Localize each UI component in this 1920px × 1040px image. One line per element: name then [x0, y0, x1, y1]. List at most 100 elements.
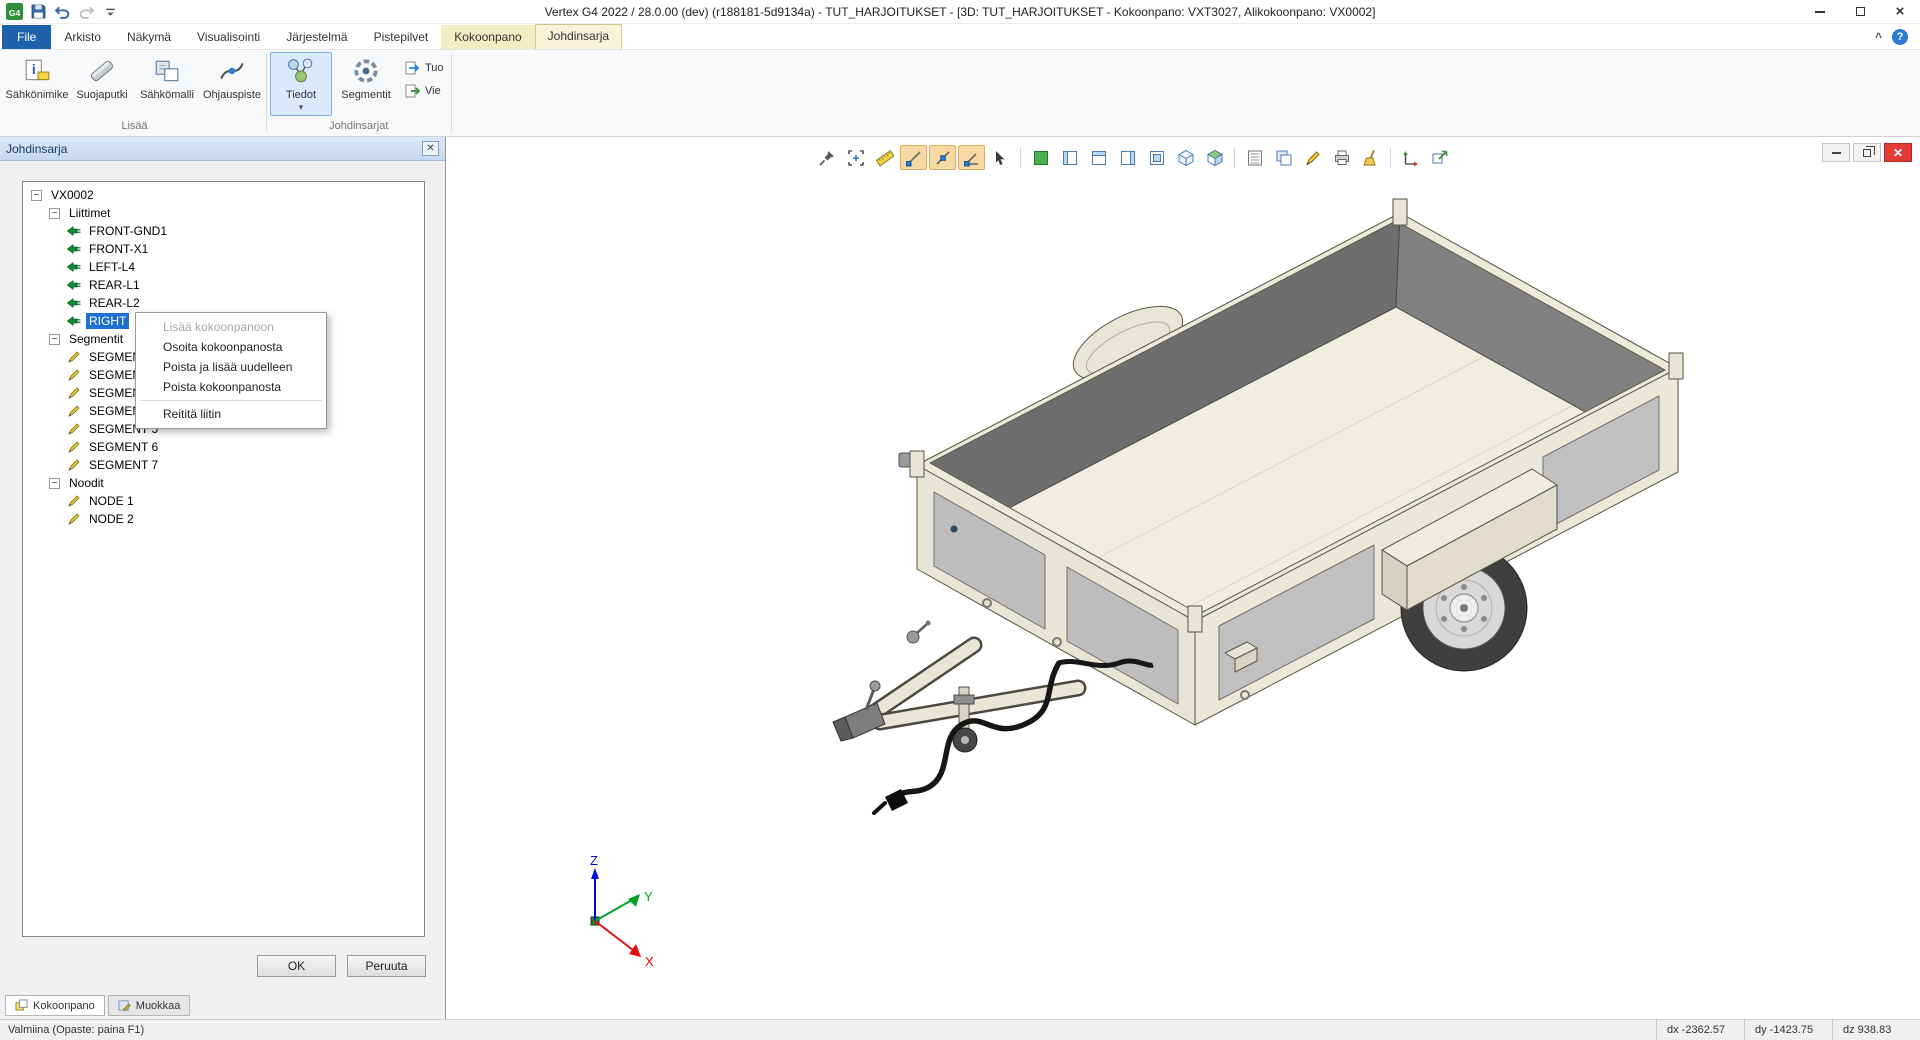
ohjauspiste-button[interactable]: Ohjauspiste	[201, 52, 263, 104]
maximize-icon	[1856, 7, 1865, 16]
material-green-icon	[1032, 149, 1050, 167]
tree-item-segment-7[interactable]: SEGMENT 7	[23, 456, 424, 474]
status-message: Valmiina (Opaste: paina F1)	[0, 1024, 144, 1036]
panel-header: Johdinsarja ✕	[0, 137, 445, 161]
tree-context-menu: Lisää kokoonpanoonOsoita kokoonpanostaPo…	[135, 312, 327, 429]
tool-view-left-button[interactable]	[1056, 145, 1083, 170]
tree-item-node-2[interactable]: NODE 2	[23, 510, 424, 528]
tool-render-cube-button[interactable]	[1201, 145, 1228, 170]
maximize-button[interactable]	[1840, 0, 1880, 23]
tool-snap-angle-button[interactable]	[958, 145, 985, 170]
suojaputki-button[interactable]: Suojaputki	[71, 52, 133, 104]
toolbar-separator	[1020, 148, 1021, 168]
tool-sketch-pen-button[interactable]	[1299, 145, 1326, 170]
tab-pistepilvet[interactable]: Pistepilvet	[361, 25, 442, 49]
tool-measure-ruler-button[interactable]	[871, 145, 898, 170]
panel-tab-kokoonpano[interactable]: Kokoonpano	[5, 995, 105, 1016]
expand-toggle[interactable]	[49, 208, 60, 219]
tuo-button[interactable]: Tuo	[404, 60, 444, 76]
viewport-minimize-button[interactable]	[1822, 143, 1850, 162]
tab-arkisto[interactable]: Arkisto	[51, 25, 114, 49]
tool-iso-cube-button[interactable]	[1172, 145, 1199, 170]
tool-view-top-button[interactable]	[1085, 145, 1112, 170]
connector-icon	[67, 278, 81, 292]
minimize-button[interactable]	[1800, 0, 1840, 23]
save-icon[interactable]	[30, 3, 47, 20]
tool-material-green-button[interactable]	[1027, 145, 1054, 170]
tree-item-liittimet[interactable]: Liittimet	[23, 204, 424, 222]
redo-icon[interactable]	[78, 3, 95, 20]
app-logo-icon[interactable]: G4	[6, 3, 23, 20]
main-area: Johdinsarja ✕ VX0002LiittimetFRONT-GND1F…	[0, 137, 1920, 1019]
ribbon-tab-row: FileArkistoNäkymäVisualisointiJärjestelm…	[0, 24, 1920, 50]
tree-item-left-l4[interactable]: LEFT-L4	[23, 258, 424, 276]
tree-item-label: REAR-L2	[86, 295, 143, 311]
tool-print-button[interactable]	[1328, 145, 1355, 170]
tool-move-axes-button[interactable]	[1397, 145, 1424, 170]
tab-visualisointi[interactable]: Visualisointi	[184, 25, 273, 49]
tool-snap-axis-button[interactable]	[929, 145, 956, 170]
expand-toggle[interactable]	[49, 334, 60, 345]
ok-button[interactable]: OK	[257, 955, 336, 977]
tree-item-front-x1[interactable]: FRONT-X1	[23, 240, 424, 258]
tree-item-label: Liittimet	[66, 205, 113, 221]
menu-item-osoita-kokoonpanosta[interactable]: Osoita kokoonpanosta	[137, 337, 325, 357]
viewport-toolbar	[813, 145, 1453, 170]
menu-item-reitit-liitin[interactable]: Reititä liitin	[137, 404, 325, 424]
panel-close-button[interactable]: ✕	[422, 141, 439, 156]
tab-johdinsarja[interactable]: Johdinsarja	[535, 24, 622, 49]
viewport-close-button[interactable]: ✕	[1884, 143, 1912, 162]
button-label: Sähkönimike	[6, 89, 69, 101]
tree-item-noodit[interactable]: Noodit	[23, 474, 424, 492]
button-label: Tuo	[425, 62, 444, 74]
tool-view-front-button[interactable]	[1143, 145, 1170, 170]
viewport-window-controls: ✕	[1822, 143, 1912, 162]
tab-kokoonpano[interactable]: Kokoonpano	[441, 25, 534, 49]
vertex-g4-app: { "colors": { "selection_blue": "#1f6fd0…	[0, 0, 1920, 1040]
ribbon-group-lis: iSähkönimikeSuojaputkiSähkömalliOhjauspi…	[6, 50, 263, 136]
tab-n-kym[interactable]: Näkymä	[114, 25, 184, 49]
cancel-button[interactable]: Peruuta	[347, 955, 426, 977]
tool-parts-list-button[interactable]	[1241, 145, 1268, 170]
tiedot-button[interactable]: Tiedot▾	[270, 52, 332, 116]
viewport-restore-button[interactable]	[1853, 143, 1881, 162]
tool-snap-grid-button[interactable]	[900, 145, 927, 170]
undo-icon[interactable]	[54, 3, 71, 20]
expand-toggle[interactable]	[49, 478, 60, 489]
help-button[interactable]: ?	[1892, 29, 1908, 45]
tree-item-label: SEGMENT 6	[86, 439, 161, 455]
tree-item-segment-6[interactable]: SEGMENT 6	[23, 438, 424, 456]
tree-item-rear-l1[interactable]: REAR-L1	[23, 276, 424, 294]
tool-sweep-button[interactable]	[1357, 145, 1384, 170]
connector-icon	[67, 314, 81, 328]
collapse-ribbon-button[interactable]: ^	[1875, 30, 1882, 44]
s-hk-nimike-button[interactable]: iSähkönimike	[6, 52, 68, 104]
s-hk-malli-button[interactable]: Sähkömalli	[136, 52, 198, 104]
menu-item-poista-kokoonpanosta[interactable]: Poista kokoonpanosta	[137, 377, 325, 397]
ribbon: iSähkönimikeSuojaputkiSähkömalliOhjauspi…	[0, 50, 1920, 137]
segmentit-button[interactable]: Segmentit	[335, 52, 397, 104]
print-icon	[1333, 149, 1351, 167]
qat-dropdown-icon[interactable]	[102, 3, 119, 20]
tool-link-window-button[interactable]	[1426, 145, 1453, 170]
panel-tab-muokkaa[interactable]: Muokkaa	[108, 995, 191, 1016]
minimize-icon	[1832, 152, 1841, 154]
expand-toggle[interactable]	[31, 190, 42, 201]
tree-item-vx0002[interactable]: VX0002	[23, 186, 424, 204]
tool-pin-button[interactable]	[813, 145, 840, 170]
tool-pick-cursor-button[interactable]	[987, 145, 1014, 170]
tool-zoom-region-button[interactable]	[842, 145, 869, 170]
tree-item-node-1[interactable]: NODE 1	[23, 492, 424, 510]
tool-view-right-button[interactable]	[1114, 145, 1141, 170]
close-button[interactable]: ×	[1880, 0, 1920, 23]
tab-file[interactable]: File	[2, 25, 51, 49]
menu-item-poista-ja-lis-uudelleen[interactable]: Poista ja lisää uudelleen	[137, 357, 325, 377]
vie-button[interactable]: Vie	[404, 83, 444, 99]
electric-model-icon	[153, 57, 181, 85]
viewport-canvas[interactable]: Z Y X ✕	[447, 137, 1920, 1019]
edit-tab-icon	[118, 999, 131, 1012]
tool-layers-button[interactable]	[1270, 145, 1297, 170]
tree-item-front-gnd1[interactable]: FRONT-GND1	[23, 222, 424, 240]
tab-j-rjestelm[interactable]: Järjestelmä	[273, 25, 360, 49]
tree-item-rear-l2[interactable]: REAR-L2	[23, 294, 424, 312]
